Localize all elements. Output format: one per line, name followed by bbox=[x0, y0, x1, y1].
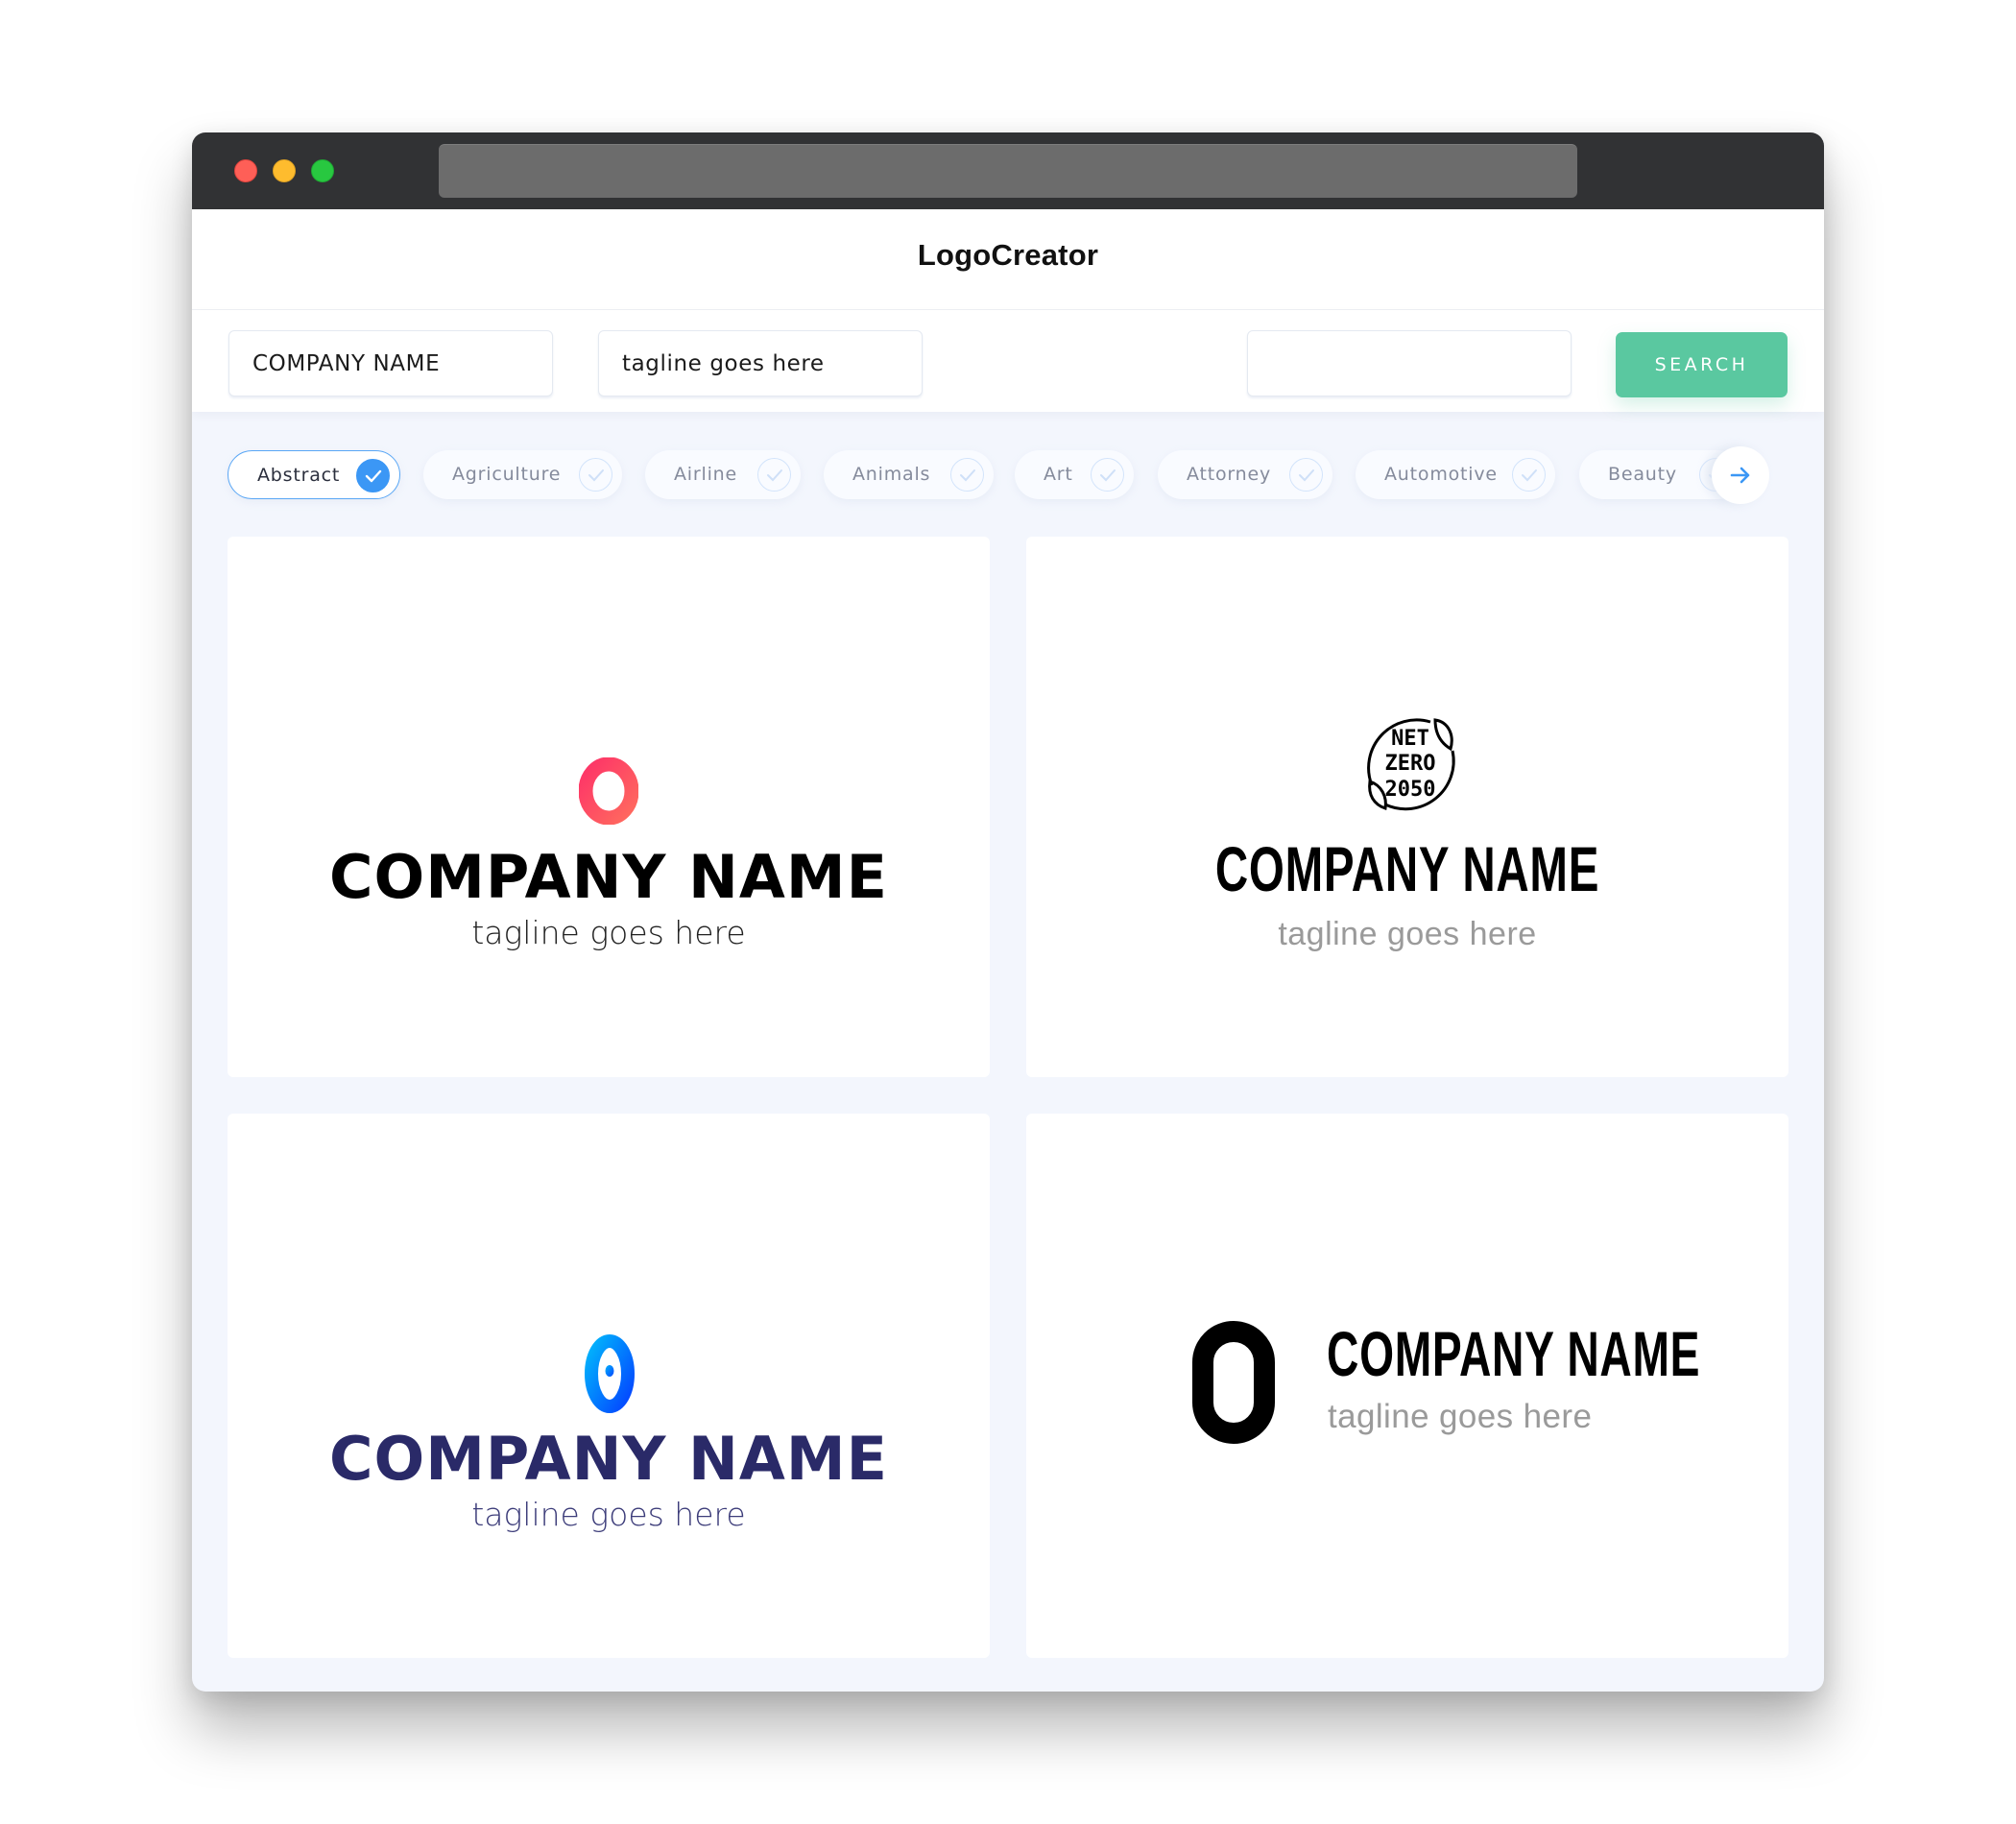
check-icon bbox=[356, 459, 390, 492]
site-header: LogoCreator bbox=[192, 209, 1824, 310]
search-bar: SEARCH bbox=[192, 310, 1824, 412]
logo-tagline: tagline goes here bbox=[1328, 1398, 1593, 1435]
category-pill-agriculture[interactable]: Agriculture bbox=[423, 450, 622, 499]
check-icon bbox=[579, 458, 612, 492]
browser-window: LogoCreator SEARCH Abstract Agriculture … bbox=[192, 132, 1824, 1692]
search-button[interactable]: SEARCH bbox=[1616, 332, 1788, 397]
logo-card[interactable]: COMPANY NAME tagline goes here bbox=[1026, 1114, 1788, 1658]
check-icon bbox=[1289, 458, 1323, 492]
badge-line-2: ZERO bbox=[1385, 752, 1436, 776]
category-pill-automotive[interactable]: Automotive bbox=[1356, 450, 1555, 499]
letter-o-pink-icon bbox=[579, 757, 638, 825]
keyword-search-input[interactable] bbox=[1247, 330, 1572, 396]
category-pill-abstract[interactable]: Abstract bbox=[228, 450, 400, 499]
arrow-right-icon bbox=[1730, 467, 1750, 484]
category-label: Airline bbox=[674, 464, 737, 485]
check-icon bbox=[757, 458, 791, 492]
logo-card[interactable]: COMPANY NAME tagline goes here bbox=[228, 1114, 990, 1658]
address-bar[interactable] bbox=[439, 144, 1577, 198]
letter-o-blue-icon bbox=[585, 1334, 635, 1413]
category-pill-animals[interactable]: Animals bbox=[824, 450, 994, 499]
check-icon bbox=[1512, 458, 1546, 492]
next-categories-button[interactable] bbox=[1712, 446, 1769, 504]
logo-card[interactable]: NET ZERO 2050 COMPANY NAME tagline goes … bbox=[1026, 537, 1788, 1077]
badge-line-1: NET bbox=[1391, 727, 1429, 751]
close-window-button[interactable] bbox=[234, 159, 257, 182]
category-label: Attorney bbox=[1187, 464, 1272, 485]
category-pill-attorney[interactable]: Attorney bbox=[1158, 450, 1332, 499]
category-pill-airline[interactable]: Airline bbox=[645, 450, 801, 499]
title-bar bbox=[192, 132, 1824, 209]
category-label: Art bbox=[1044, 464, 1073, 485]
logo-tagline: tagline goes here bbox=[471, 914, 746, 951]
logo-company-name: COMPANY NAME bbox=[1327, 1318, 1701, 1389]
logo-tagline: tagline goes here bbox=[471, 1496, 746, 1533]
company-name-input[interactable] bbox=[228, 330, 553, 396]
logo-company-name: COMPANY NAME bbox=[1214, 833, 1600, 904]
category-filter-bar: Abstract Agriculture Airline Animals Art… bbox=[192, 446, 1824, 504]
logo-tagline: tagline goes here bbox=[1278, 916, 1537, 952]
logo-company-name: COMPANY NAME bbox=[329, 1424, 888, 1494]
logo-card[interactable]: COMPANY NAME tagline goes here bbox=[228, 537, 990, 1077]
tagline-input[interactable] bbox=[598, 330, 923, 396]
category-label: Abstract bbox=[257, 465, 341, 486]
category-label: Beauty bbox=[1608, 464, 1677, 485]
maximize-window-button[interactable] bbox=[311, 159, 334, 182]
check-icon bbox=[1091, 458, 1124, 492]
category-label: Agriculture bbox=[452, 464, 562, 485]
category-pill-art[interactable]: Art bbox=[1015, 450, 1134, 499]
logo-company-name: COMPANY NAME bbox=[329, 842, 888, 912]
letter-o-black-icon bbox=[1192, 1321, 1275, 1444]
badge-line-3: 2050 bbox=[1385, 778, 1436, 802]
net-zero-2050-badge-icon: NET ZERO 2050 bbox=[1367, 718, 1455, 811]
check-icon bbox=[950, 458, 984, 492]
brand-logo[interactable]: LogoCreator bbox=[192, 238, 1824, 273]
minimize-window-button[interactable] bbox=[273, 159, 296, 182]
category-label: Animals bbox=[852, 464, 931, 485]
category-label: Automotive bbox=[1384, 464, 1498, 485]
